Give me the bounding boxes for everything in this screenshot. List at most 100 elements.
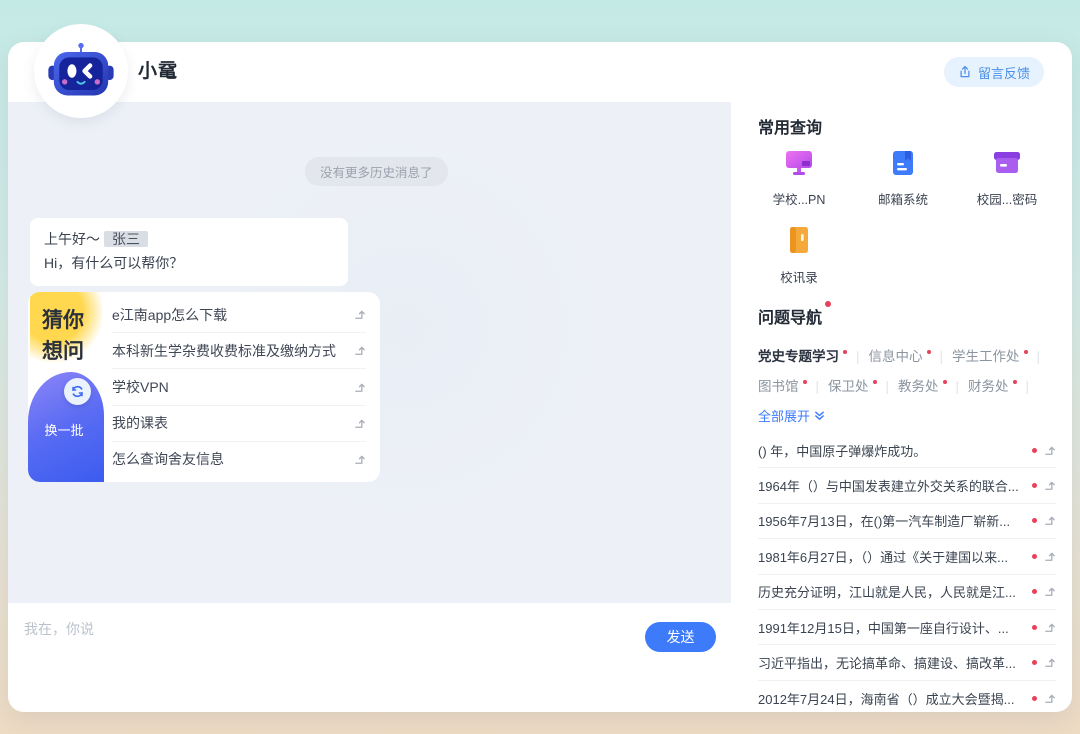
right-sidebar: 常用查询 学校...PN bbox=[731, 42, 1072, 712]
tab-divider: | bbox=[956, 372, 960, 402]
assistant-window: 小鼋 留言反馈 没有更多历史消息了 上午好～张三 Hi，有什么可以帮你？ bbox=[8, 42, 1072, 712]
question-row[interactable]: 2012年7月24日，海南省（）成立大会暨揭... bbox=[758, 681, 1056, 716]
message-input-bar: 发送 bbox=[8, 603, 731, 712]
suggest-question[interactable]: 学校VPN bbox=[112, 369, 366, 405]
quick-item-vpn[interactable]: 学校...PN bbox=[747, 144, 851, 208]
title-line2: 想问 bbox=[42, 336, 84, 367]
tab-label: 信息中心 bbox=[869, 342, 923, 372]
suggest-question[interactable]: 怎么查询舍友信息 bbox=[112, 442, 366, 477]
tab-library[interactable]: 图书馆 bbox=[758, 372, 807, 402]
question-row[interactable]: 习近平指出，无论搞革命、搞建设、搞改革... bbox=[758, 645, 1056, 680]
red-dot-badge bbox=[1032, 660, 1037, 665]
red-dot-badge bbox=[825, 301, 831, 307]
suggest-question[interactable]: 我的课表 bbox=[112, 406, 366, 442]
quick-access-title: 常用查询 bbox=[758, 114, 822, 138]
greeting-bubble: 上午好～张三 Hi，有什么可以帮你？ bbox=[30, 218, 348, 286]
card-icon bbox=[989, 144, 1025, 180]
tab-student-affairs[interactable]: 学生工作处 bbox=[952, 342, 1028, 372]
window-header: 小鼋 留言反馈 bbox=[8, 42, 1072, 102]
ask-arrow-icon bbox=[1043, 585, 1056, 598]
ask-arrow-icon bbox=[353, 308, 366, 321]
tab-divider: | bbox=[886, 372, 890, 402]
quick-item-label: 校园...密码 bbox=[977, 189, 1037, 208]
red-dot-badge bbox=[1024, 350, 1028, 354]
quick-item-label: 学校...PN bbox=[773, 189, 826, 208]
page-background: 小鼋 留言反馈 没有更多历史消息了 上午好～张三 Hi，有什么可以帮你？ bbox=[0, 0, 1080, 734]
title-line1: 猜你 bbox=[42, 305, 84, 336]
quick-item-contacts[interactable]: 校讯录 bbox=[747, 222, 851, 286]
ask-arrow-icon bbox=[353, 381, 366, 394]
suggest-question-text: 我的课表 bbox=[112, 413, 353, 433]
ask-arrow-icon bbox=[1043, 550, 1056, 563]
ask-arrow-icon bbox=[353, 453, 366, 466]
suggest-question[interactable]: e江南app怎么下载 bbox=[112, 297, 366, 333]
red-dot-badge bbox=[1032, 625, 1037, 630]
quick-item-label: 校讯录 bbox=[780, 267, 818, 286]
question-text: 2012年7月24日，海南省（）成立大会暨揭... bbox=[758, 689, 1024, 708]
refresh-batch-label: 换一批 bbox=[28, 420, 100, 439]
question-text: () 年，中国原子弹爆炸成功。 bbox=[758, 441, 1024, 460]
question-text: 1991年12月15日，中国第一座自行设计、... bbox=[758, 618, 1024, 637]
red-dot-badge bbox=[1032, 589, 1037, 594]
tab-divider: | bbox=[816, 372, 820, 402]
book-icon bbox=[781, 222, 817, 258]
greeting-line2: Hi，有什么可以帮你？ bbox=[44, 252, 334, 276]
tab-divider: | bbox=[940, 342, 944, 372]
red-dot-badge bbox=[943, 380, 947, 384]
suggest-question-text: e江南app怎么下载 bbox=[112, 305, 353, 325]
ask-arrow-icon bbox=[353, 417, 366, 430]
send-button[interactable]: 发送 bbox=[645, 622, 716, 652]
question-row[interactable]: 1991年12月15日，中国第一座自行设计、... bbox=[758, 610, 1056, 645]
ask-arrow-icon bbox=[1043, 444, 1056, 457]
double-chevron-down-icon bbox=[814, 410, 825, 421]
ask-arrow-icon bbox=[1043, 692, 1056, 705]
tab-security[interactable]: 保卫处 bbox=[828, 372, 877, 402]
expand-all-link[interactable]: 全部展开 bbox=[758, 406, 1056, 425]
tab-label: 教务处 bbox=[898, 372, 939, 402]
tab-label: 图书馆 bbox=[758, 372, 799, 402]
tab-label: 学生工作处 bbox=[952, 342, 1020, 372]
tab-divider: | bbox=[856, 342, 860, 372]
tab-divider: | bbox=[1037, 342, 1041, 372]
red-dot-badge bbox=[843, 350, 847, 354]
tab-divider: | bbox=[1026, 372, 1030, 402]
red-dot-badge bbox=[1032, 696, 1037, 701]
red-dot-badge bbox=[1032, 448, 1037, 453]
question-row[interactable]: 1956年7月13日，在()第一汽车制造厂崭新... bbox=[758, 504, 1056, 539]
question-row[interactable]: 1981年6月27日，（）通过《关于建国以来... bbox=[758, 539, 1056, 574]
suggest-question-text: 本科新生学杂费收费标准及缴纳方式 bbox=[112, 341, 353, 361]
quick-item-label: 邮箱系统 bbox=[878, 189, 928, 208]
mail-icon bbox=[885, 144, 921, 180]
message-input[interactable] bbox=[24, 615, 444, 643]
refresh-icon[interactable] bbox=[64, 378, 91, 405]
ask-arrow-icon bbox=[1043, 656, 1056, 669]
question-nav-section: 问题导航 党史专题学习 | 信息中心 | 学生工作处 | 图书馆 | 保卫处 |… bbox=[758, 304, 1056, 716]
feedback-label: 留言反馈 bbox=[978, 63, 1030, 82]
quick-item-card[interactable]: 校园...密码 bbox=[955, 144, 1059, 208]
red-dot-badge bbox=[873, 380, 877, 384]
refresh-batch-blob[interactable]: 换一批 bbox=[28, 372, 104, 482]
tab-label: 党史专题学习 bbox=[758, 342, 839, 372]
red-dot-badge bbox=[1013, 380, 1017, 384]
ask-arrow-icon bbox=[1043, 621, 1056, 634]
quick-access-grid: 学校...PN 邮箱系统 bbox=[747, 144, 1059, 286]
question-text: 历史充分证明，江山就是人民，人民就是江... bbox=[758, 582, 1024, 601]
share-icon bbox=[958, 65, 972, 79]
question-row[interactable]: () 年，中国原子弹爆炸成功。 bbox=[758, 433, 1056, 468]
nav-tabs: 党史专题学习 | 信息中心 | 学生工作处 | 图书馆 | 保卫处 | 教务处 … bbox=[758, 342, 1056, 402]
question-row[interactable]: 1964年（）与中国发表建立外交关系的联合... bbox=[758, 468, 1056, 503]
tab-party-history[interactable]: 党史专题学习 bbox=[758, 342, 847, 372]
tab-academic[interactable]: 教务处 bbox=[898, 372, 947, 402]
guess-you-ask-card: 猜你 想问 换一批 e江南app怎么下载 bbox=[28, 292, 380, 482]
tab-info-center[interactable]: 信息中心 bbox=[869, 342, 931, 372]
ask-arrow-icon bbox=[1043, 514, 1056, 527]
suggest-question[interactable]: 本科新生学杂费收费标准及缴纳方式 bbox=[112, 333, 366, 369]
robot-avatar-icon bbox=[48, 42, 114, 100]
expand-all-label: 全部展开 bbox=[758, 406, 810, 425]
question-row[interactable]: 历史充分证明，江山就是人民，人民就是江... bbox=[758, 575, 1056, 610]
feedback-button[interactable]: 留言反馈 bbox=[944, 57, 1044, 87]
quick-item-mail[interactable]: 邮箱系统 bbox=[851, 144, 955, 208]
tab-finance[interactable]: 财务处 bbox=[968, 372, 1017, 402]
suggest-question-text: 学校VPN bbox=[112, 377, 353, 397]
avatar bbox=[34, 24, 128, 118]
